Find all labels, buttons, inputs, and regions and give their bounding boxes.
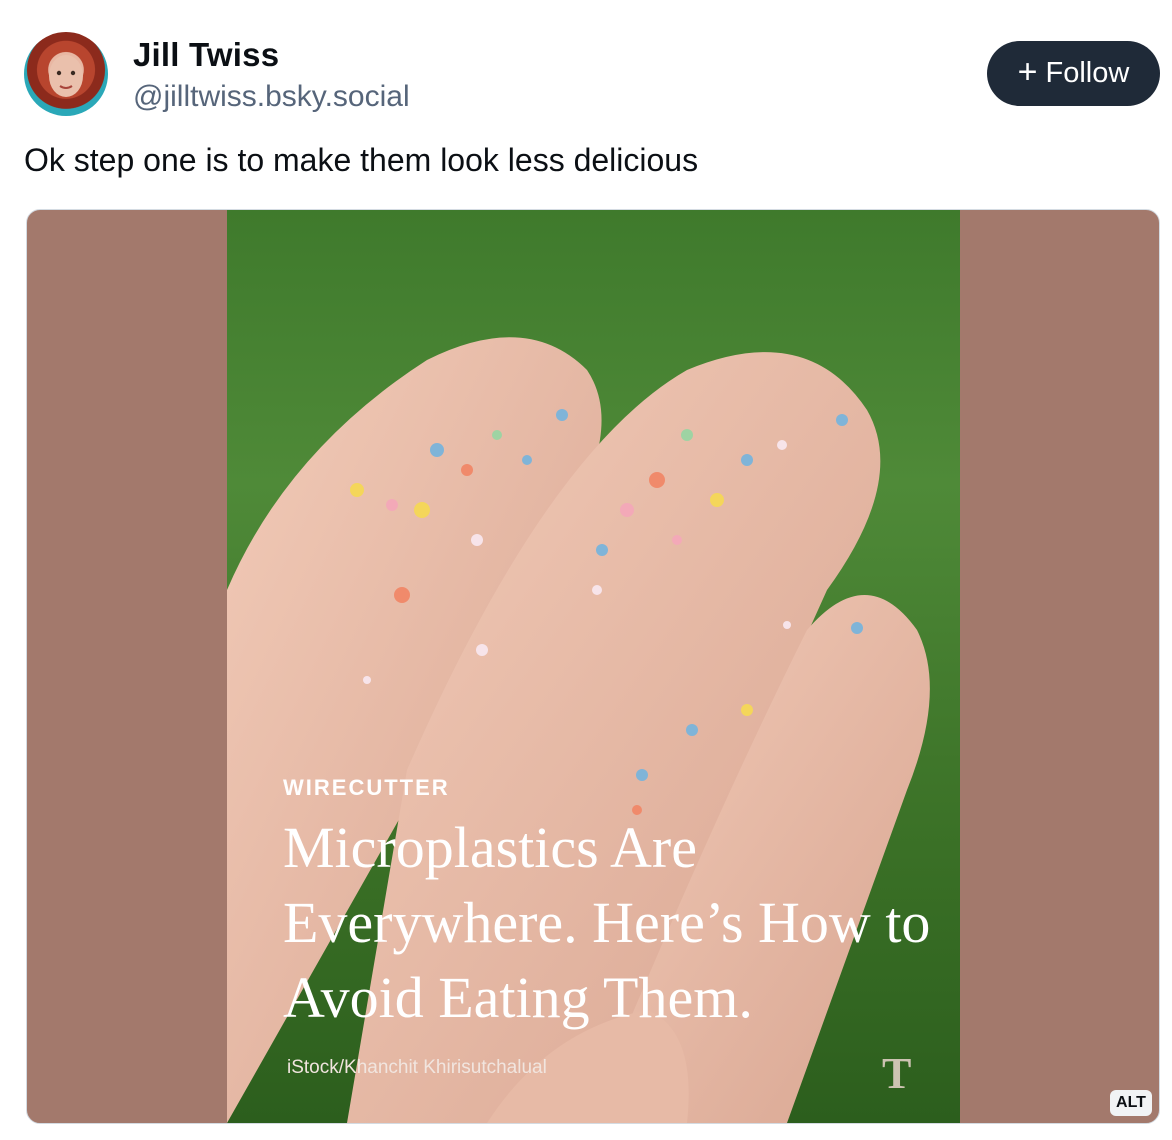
article-image: WIRECUTTER Microplastics Are Everywhere.… xyxy=(227,210,960,1123)
nyt-logo-icon: T xyxy=(882,1049,912,1098)
article-headline: Microplastics Are Everywhere. Here’s How… xyxy=(283,815,931,1030)
photo-credit: iStock/Khanchit Khirisutchalual xyxy=(287,1057,547,1078)
image-embed[interactable]: WIRECUTTER Microplastics Are Everywhere.… xyxy=(26,209,1160,1124)
follow-button-label: Follow xyxy=(1045,57,1130,89)
alt-text-badge[interactable]: ALT xyxy=(1110,1090,1152,1116)
author-display-name[interactable]: Jill Twiss xyxy=(133,36,279,74)
author-handle[interactable]: @jilltwiss.bsky.social xyxy=(133,80,410,114)
post-text: Ok step one is to make them look less de… xyxy=(24,142,699,178)
plus-icon: + xyxy=(1017,53,1038,91)
follow-button[interactable]: + Follow xyxy=(987,41,1160,106)
avatar[interactable] xyxy=(24,32,108,116)
article-kicker: WIRECUTTER xyxy=(283,775,450,800)
